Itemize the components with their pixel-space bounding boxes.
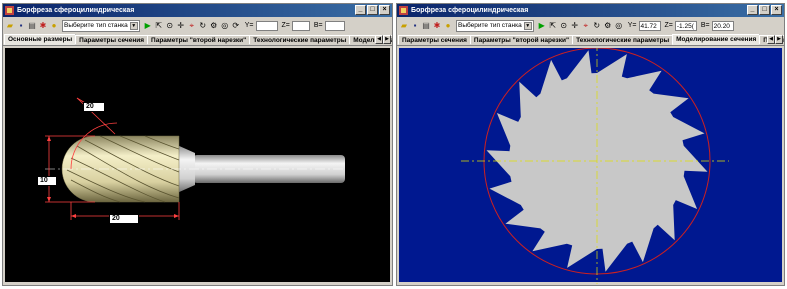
minimize-button[interactable]: _ (355, 5, 366, 15)
minimize-button[interactable]: _ (747, 5, 758, 15)
machine-type-select[interactable]: Выберите тип станка ▼ (456, 19, 534, 32)
pan-icon[interactable]: ✛ (570, 21, 580, 31)
title-bar: Борфреза сфероцилиндрическая _ □ × (3, 4, 392, 17)
play-icon[interactable]: ▶ (143, 21, 153, 31)
b-field[interactable] (324, 20, 345, 31)
axis-icon[interactable]: ⌖ (581, 21, 591, 31)
tab-second-cut-parameters[interactable]: Параметры "второй нарезки" (469, 35, 574, 45)
tab-scroll-left-icon[interactable]: ◀ (767, 35, 775, 44)
z-field[interactable] (291, 20, 310, 31)
right-window: Борфреза сфероцилиндрическая _ □ × ▰ ▪ ▤… (396, 3, 785, 286)
tool-view-canvas[interactable]: 20 10 20 (5, 48, 390, 282)
tool-icon[interactable]: ✱ (38, 21, 48, 31)
tab-strip: Основные размеры Параметры сечения Парам… (3, 34, 392, 46)
title-bar: Борфреза сфероцилиндрическая _ □ × (397, 4, 784, 17)
tab-section-parameters[interactable]: Параметры сечения (398, 35, 471, 45)
cursor-icon[interactable]: ⇱ (548, 21, 558, 31)
window-title: Борфреза сфероцилиндрическая (411, 7, 529, 14)
y-field[interactable] (255, 20, 278, 31)
z-field[interactable]: -1.25( (674, 20, 697, 31)
tool-icon[interactable]: ✱ (432, 21, 442, 31)
y-field[interactable]: 41.72 (638, 20, 661, 31)
window-title: Борфреза сфероцилиндрическая (17, 7, 135, 14)
app-icon (399, 6, 408, 15)
zoom-icon[interactable]: ⊙ (165, 21, 175, 31)
tab-second-cut-parameters[interactable]: Параметры "второй нарезки" (147, 35, 251, 45)
b-label: B= (313, 22, 323, 29)
view-icon[interactable]: ◎ (614, 21, 624, 31)
cursor-icon[interactable]: ⇱ (154, 21, 164, 31)
open-icon[interactable]: ▰ (5, 21, 15, 31)
tab-scroll-left-icon[interactable]: ◀ (375, 35, 383, 44)
chevron-down-icon: ▼ (129, 21, 138, 30)
z-label: Z= (664, 22, 673, 29)
rotate-icon[interactable]: ↻ (592, 21, 602, 31)
tab-technological-parameters[interactable]: Технологические параметры (572, 35, 674, 45)
save-icon[interactable]: ▪ (16, 21, 26, 31)
view-icon[interactable]: ◎ (220, 21, 230, 31)
section-view-canvas[interactable] (399, 48, 782, 284)
maximize-button[interactable]: □ (759, 5, 770, 15)
close-button[interactable]: × (379, 5, 390, 15)
y-label: Y= (244, 22, 254, 29)
rotate-icon[interactable]: ↻ (198, 21, 208, 31)
zoom-icon[interactable]: ⊙ (559, 21, 569, 31)
open-icon[interactable]: ▰ (399, 21, 409, 31)
diameter-dimension-label: 10 (37, 176, 57, 186)
info-icon[interactable]: ● (49, 21, 59, 31)
settings-icon[interactable]: ⚙ (209, 21, 219, 31)
tab-basic-dimensions[interactable]: Основные размеры (4, 34, 77, 45)
b-label: B= (700, 22, 710, 29)
info-icon[interactable]: ● (443, 21, 453, 31)
y-label: Y= (627, 22, 637, 29)
machine-type-select[interactable]: Выберите тип станка ▼ (62, 19, 140, 32)
play-icon[interactable]: ▶ (537, 21, 547, 31)
axis-icon[interactable]: ⌖ (187, 21, 197, 31)
z-label: Z= (281, 22, 290, 29)
length-dimension-label: 20 (109, 214, 139, 224)
tab-section-modeling[interactable]: Моделирование сечения (672, 34, 761, 45)
tab-section-parameters[interactable]: Параметры сечения (75, 35, 149, 45)
tab-scroll-right-icon[interactable]: ▶ (775, 35, 783, 44)
tab-technological-parameters[interactable]: Технологические параметры (249, 35, 351, 45)
section-drawing (461, 48, 729, 284)
toolbar: ▰ ▪ ▤ ✱ ● Выберите тип станка ▼ ▶ ⇱ ⊙ ✛ ⌖… (3, 17, 392, 34)
chevron-down-icon: ▼ (523, 21, 532, 30)
tool-drawing (45, 97, 345, 220)
b-field[interactable]: 20.20 (711, 20, 734, 31)
toolbar: ▰ ▪ ▤ ✱ ● Выберите тип станка ▼ ▶ ⇱ ⊙ ✛ ⌖… (397, 17, 784, 34)
refresh-icon[interactable]: ⟳ (231, 21, 241, 31)
angle-dimension-label: 20 (83, 102, 105, 112)
print-icon[interactable]: ▤ (27, 21, 37, 31)
pan-icon[interactable]: ✛ (176, 21, 186, 31)
tab-strip: Параметры сечения Параметры "второй наре… (397, 34, 784, 46)
close-button[interactable]: × (771, 5, 782, 15)
maximize-button[interactable]: □ (367, 5, 378, 15)
left-window: Борфреза сфероцилиндрическая _ □ × ▰ ▪ ▤… (2, 3, 393, 286)
app-icon (5, 6, 14, 15)
tab-scroll-right-icon[interactable]: ▶ (383, 35, 391, 44)
print-icon[interactable]: ▤ (421, 21, 431, 31)
save-icon[interactable]: ▪ (410, 21, 420, 31)
settings-icon[interactable]: ⚙ (603, 21, 613, 31)
